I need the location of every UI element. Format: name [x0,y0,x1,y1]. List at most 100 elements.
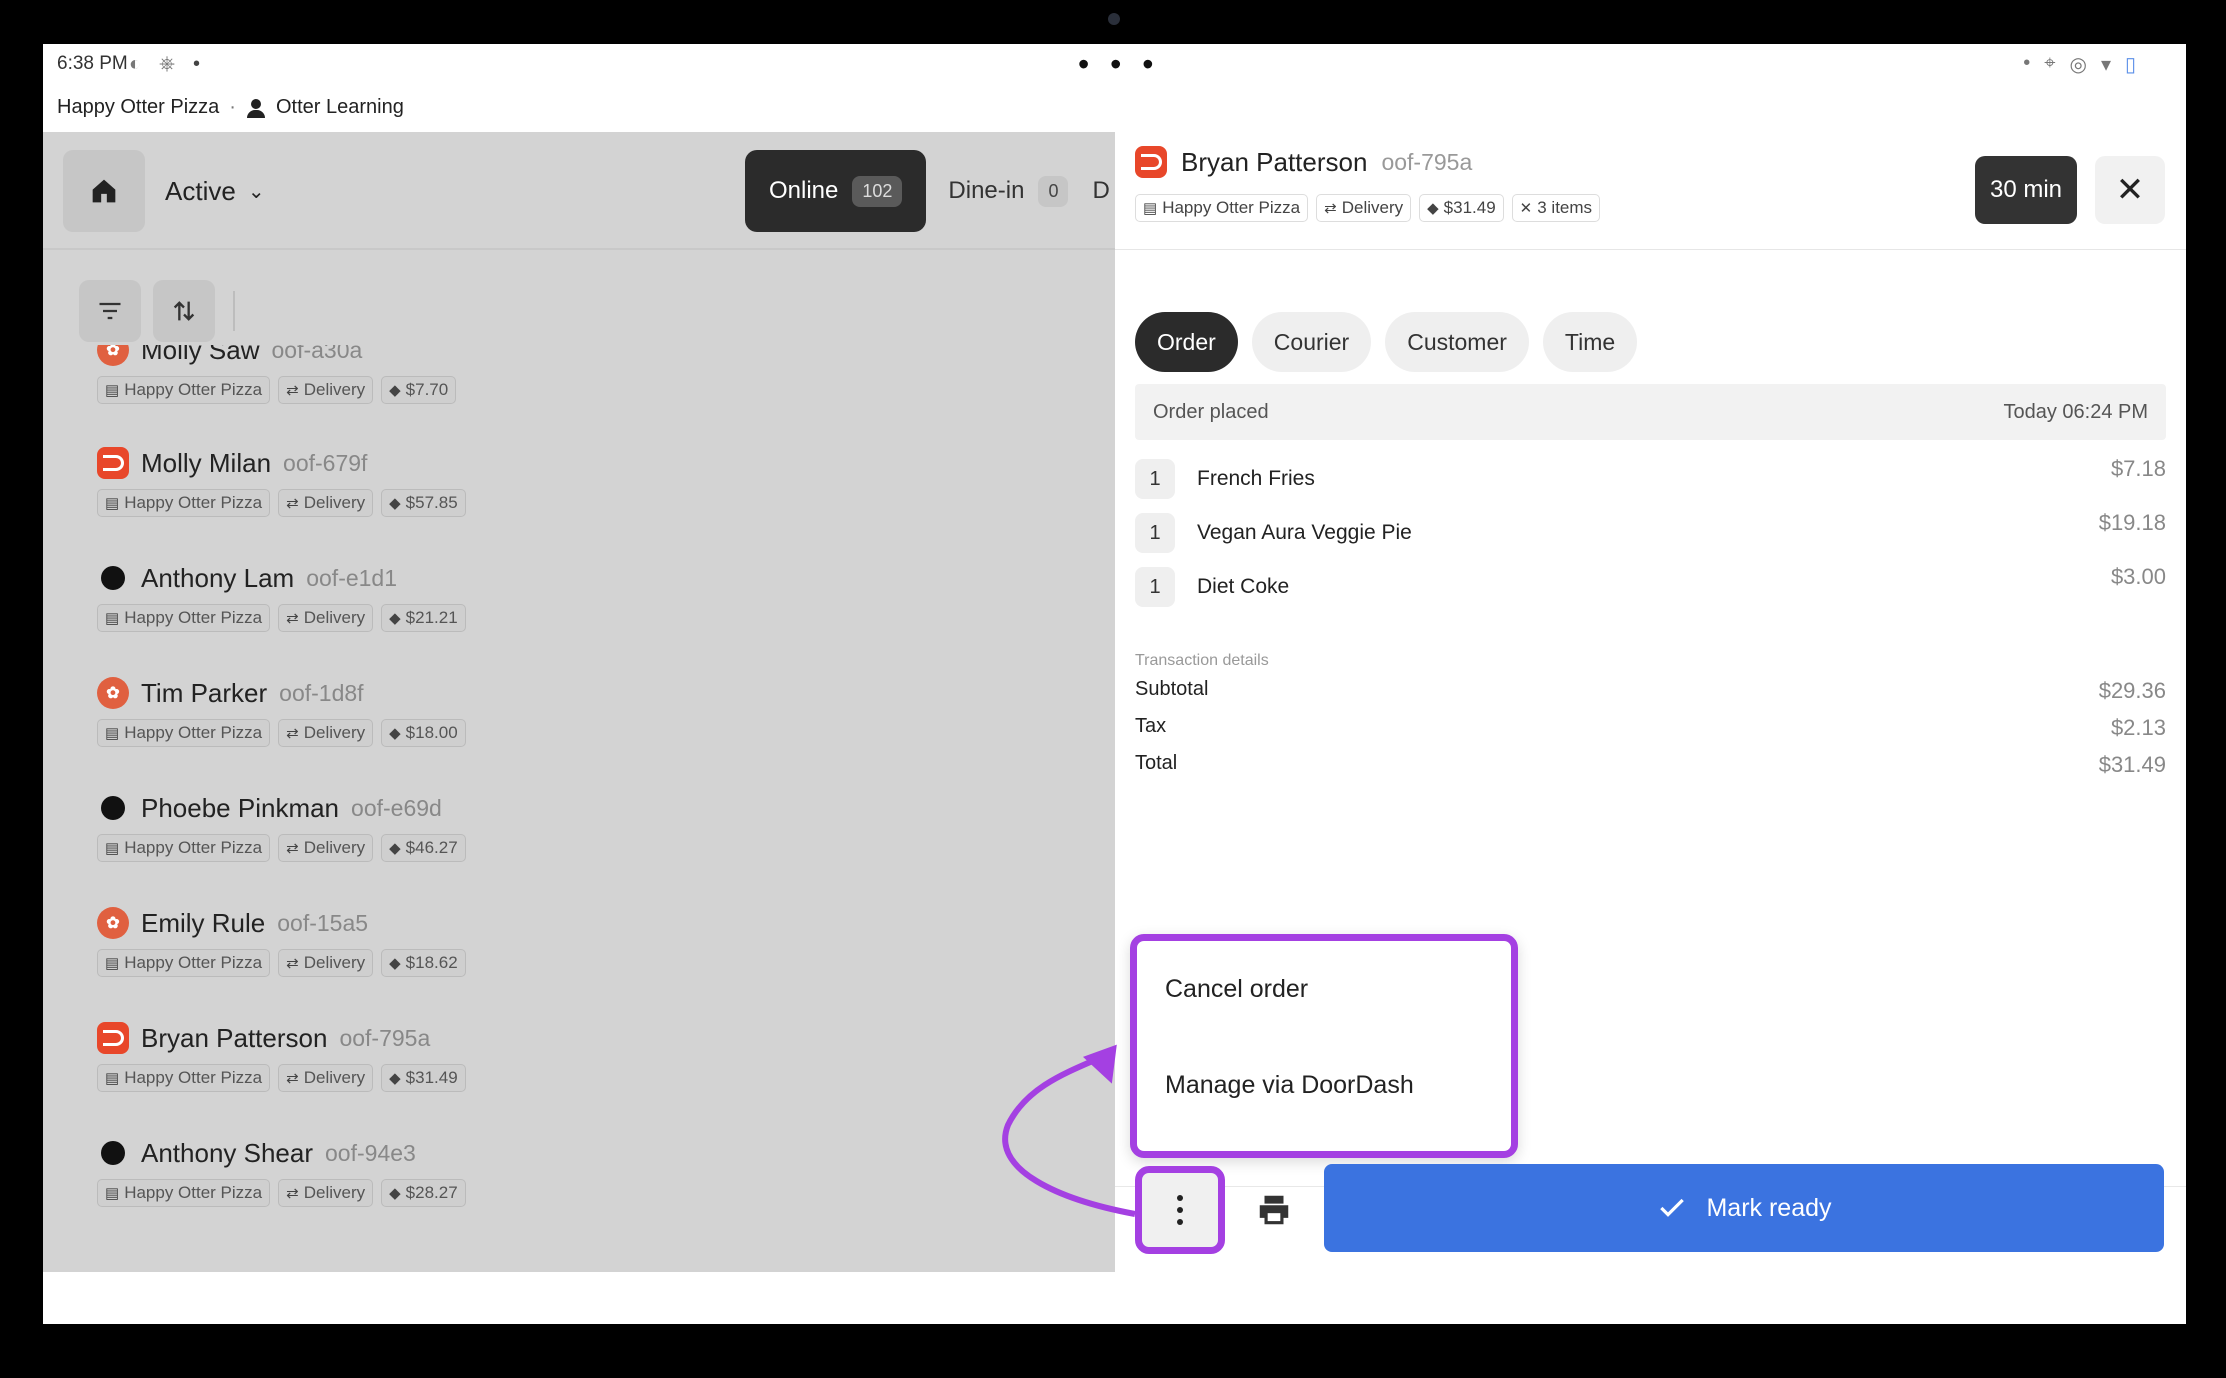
item-quantity: 1 [1135,567,1175,607]
price-chip-label: $18.62 [405,953,458,972]
tab-time[interactable]: Time [1542,312,1638,372]
order-list-item[interactable]: ✿ Molly Saw oof-a30a ▤ Happy Otter Pizza ⇄ Del… [97,345,997,442]
delivery-chip: ⇄ Delivery [278,834,374,862]
order-list-item[interactable]: Molly Milan oof-679f ▤ Happy Otter Pizza ⇄ De… [97,445,997,555]
price-chip: ◆ $21.21 [381,604,466,632]
tax-row: Tax $2.13 [1135,715,2166,752]
delivery-chip-label: Delivery [303,838,366,857]
store-icon: ▤ [105,495,120,512]
store-name: Happy Otter Pizza [57,96,220,118]
separator: · [229,96,236,118]
order-row-header: Phoebe Pinkman oof-e69d [97,790,997,826]
tab-customer[interactable]: Customer [1385,312,1529,372]
delivery-icon: ⇄ [1324,200,1337,217]
manage-doordash-menu-item[interactable]: Manage via DoorDash [1165,1071,1414,1100]
grubhub-icon: ✿ [97,345,129,366]
more-options-button[interactable] [1135,1166,1225,1254]
wifi-icon: ▾ [2100,54,2111,76]
price-chip: ◆ $31.49 [381,1064,466,1092]
store-chip-label: Happy Otter Pizza [124,838,263,857]
subtotal-label: Subtotal [1135,678,1209,700]
order-placed-bar: Order placed Today 06:24 PM [1135,384,2166,440]
order-chips: ▤ Happy Otter Pizza ⇄ Delivery ◆ $31.49 [97,1064,997,1092]
doordash-icon [97,447,129,479]
chevron-down-icon: ⌄ [247,181,265,203]
tab-online[interactable]: Online 102 [745,150,927,232]
order-chips: ▤ Happy Otter Pizza ⇄ Delivery ◆ $31.49 ✕ 3 … [1135,194,1601,222]
camera-dot [1108,13,1120,25]
order-placed-time: Today 06:24 PM [2003,400,2148,423]
delivery-icon: ⇄ [286,725,299,742]
tab-dine-in[interactable]: Dine-in 0 [948,175,1069,207]
mark-ready-button[interactable]: Mark ready [1324,1164,2164,1252]
store-chip: ▤ Happy Otter Pizza [97,489,271,517]
delivery-chip-label: Delivery [303,1068,366,1087]
store-chip: ▤ Happy Otter Pizza [97,1179,271,1207]
order-list-item[interactable]: Bryan Patterson oof-795a ▤ Happy Otter Pizz… [97,1020,997,1130]
orders-header: Active ⌄ Online 102 Dine-in 0 D [43,132,1115,250]
system-icons: • ⌖ ◎ ▾ ▯ [2023,52,2136,77]
prep-time-button[interactable]: 30 min [1975,156,2077,224]
item-price: $7.18 [2110,456,2166,481]
store-chip-label: Happy Otter Pizza [124,608,263,627]
store-bar: Happy Otter Pizza · Otter Learning [57,96,404,119]
tab-order[interactable]: Order [1135,312,1238,372]
subtotal-value: $29.36 [2098,678,2166,703]
price-chip-label: $46.27 [405,838,458,857]
delivery-chip: ⇄ Delivery [278,1064,374,1092]
tab-courier[interactable]: Courier [1251,312,1372,372]
price-chip: ◆ $7.70 [381,376,457,404]
order-list-item[interactable]: ✿ Tim Parker oof-1d8f ▤ Happy Otter Pizza ⇄ De… [97,675,997,785]
tag-icon: ◆ [389,495,401,512]
total-value: $31.49 [2098,752,2166,777]
multitask-dots-icon[interactable]: • • • [1078,46,1159,83]
store-chip-label: Happy Otter Pizza [124,1183,263,1202]
order-customer-name: Molly Milan [141,447,272,478]
status-filter-dropdown[interactable]: Active ⌄ [165,176,265,207]
item-name: French Fries [1197,467,1315,490]
delivery-icon: ⇄ [286,1185,299,1202]
store-chip: ▤ Happy Otter Pizza [97,949,271,977]
sort-button[interactable] [153,280,215,342]
customer-name: Bryan Patterson [1181,146,1368,177]
order-customer-name: Anthony Shear [141,1137,314,1168]
order-chips: ▤ Happy Otter Pizza ⇄ Delivery ◆ $18.00 [97,719,997,747]
ubereats-icon [101,1141,125,1165]
order-list-item[interactable]: Anthony Lam oof-e1d1 ▤ Happy Otter Pizza ⇄ De… [97,560,997,670]
subtotal-row: Subtotal $29.36 [1135,678,2166,715]
tag-icon: ◆ [389,1070,401,1087]
tab-dine-in-count: 0 [1038,175,1069,207]
store-icon: ▤ [105,840,120,857]
cancel-order-menu-item[interactable]: Cancel order [1165,975,1308,1004]
home-button[interactable] [63,150,145,232]
toolbar-divider [233,291,235,331]
filter-icon [99,302,121,320]
close-button[interactable]: ✕ [2095,156,2165,224]
order-id: oof-795a [1381,148,1473,175]
order-list-item[interactable]: ✿ Emily Rule oof-15a5 ▤ Happy Otter Pizza ⇄ De… [97,905,997,1015]
price-chip: ◆ $31.49 [1419,194,1504,222]
close-icon: ✕ [2115,171,2145,209]
device-frame: 6:38 PM ◐ ⎈ • • • • • ⌖ ◎ ▾ ▯ Happy Otte… [0,0,2226,1378]
delivery-chip-label: Delivery [303,608,366,627]
tab-truncated[interactable]: D [1092,177,1109,205]
order-list-item[interactable]: Phoebe Pinkman oof-e69d ▤ Happy Otter Pizza… [97,790,997,900]
orders-panel: Active ⌄ Online 102 Dine-in 0 D ✿ Molly … [43,132,1115,1272]
person-icon [246,98,266,118]
item-price: $3.00 [2110,564,2166,589]
order-chips: ▤ Happy Otter Pizza ⇄ Delivery ◆ $18.62 [97,949,997,977]
order-row-header: ✿ Molly Saw oof-a30a [97,345,997,368]
print-button[interactable] [1238,1166,1310,1254]
price-chip: ◆ $28.27 [381,1179,466,1207]
order-id: oof-795a [339,1024,431,1051]
store-chip-label: Happy Otter Pizza [1162,198,1301,217]
store-chip-label: Happy Otter Pizza [124,380,263,399]
filter-button[interactable] [79,280,141,342]
tag-icon: ◆ [389,382,401,399]
store-icon: ▤ [105,725,120,742]
utensils-icon: ✕ [1519,200,1533,217]
sort-icon [173,301,195,321]
delivery-chip: ⇄ Delivery [278,376,374,404]
order-list-item[interactable]: Anthony Shear oof-94e3 ▤ Happy Otter Pizza ⇄… [97,1135,997,1245]
item-quantity: 1 [1135,459,1175,499]
